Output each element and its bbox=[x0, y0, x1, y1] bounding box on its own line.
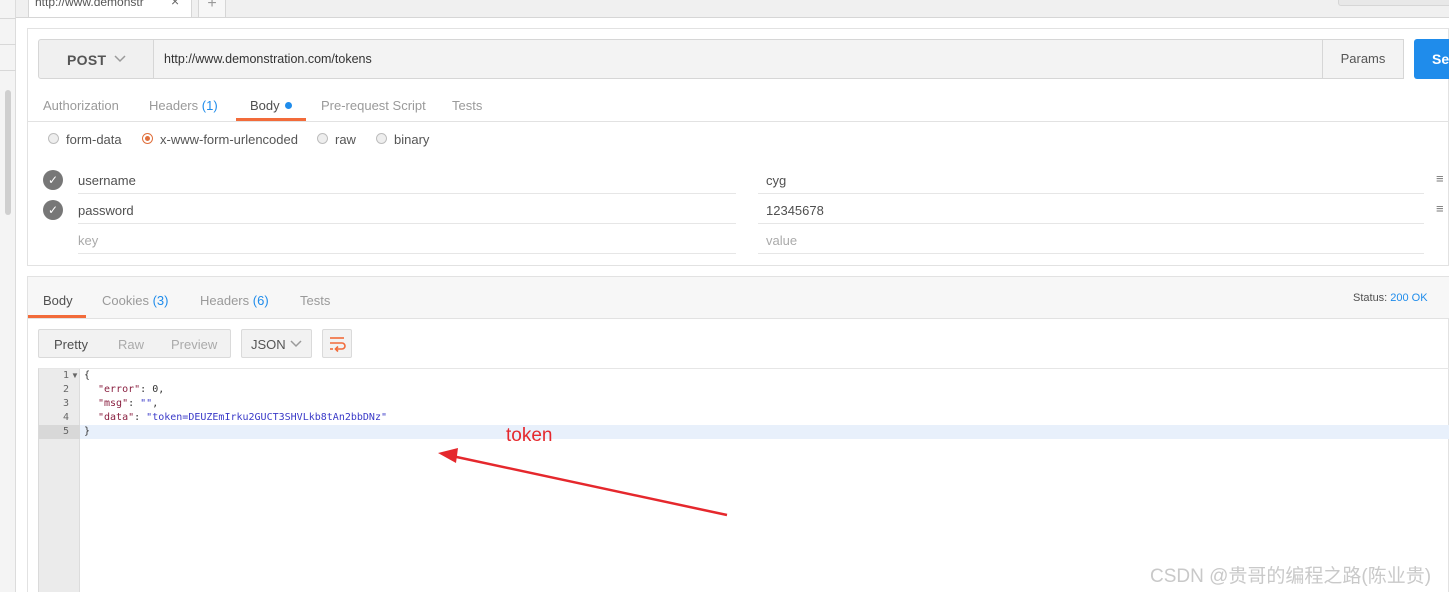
watermark: CSDN @贵哥的编程之路(陈业贵) bbox=[1150, 566, 1432, 587]
annotation-label: token bbox=[506, 425, 553, 446]
postman-window: http://www.demonstr × + POST Params Send… bbox=[0, 0, 1449, 592]
annotation-arrow bbox=[438, 448, 728, 517]
